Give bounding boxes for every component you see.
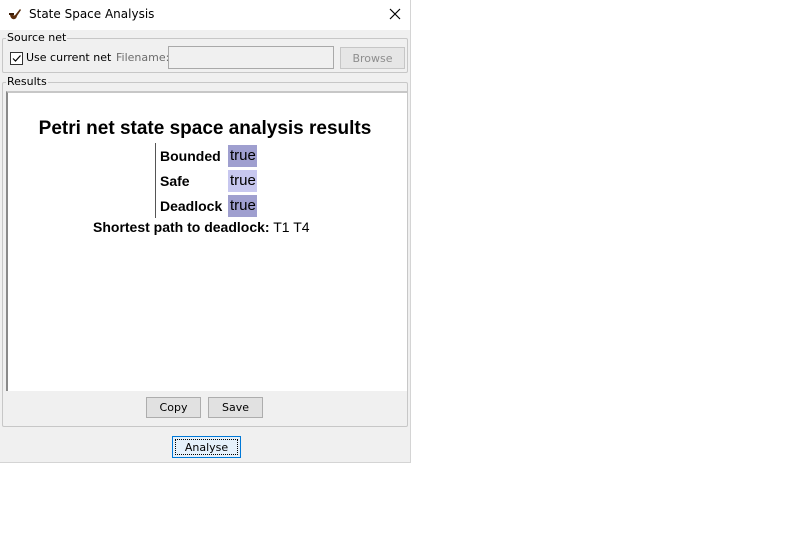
table-row: Safe true: [156, 168, 257, 193]
filename-field[interactable]: [168, 46, 334, 69]
analyse-button[interactable]: Analyse: [172, 436, 241, 458]
safe-label: Safe: [160, 172, 190, 189]
save-button[interactable]: Save: [208, 397, 263, 418]
results-legend: Results: [7, 75, 47, 88]
filename-label: Filename:: [116, 51, 170, 64]
shortest-path-line: Shortest path to deadlock: T1 T4: [93, 219, 310, 235]
deadlock-value: true: [228, 194, 257, 217]
bounded-value: true: [228, 144, 257, 167]
safe-value: true: [228, 169, 257, 192]
results-heading: Petri net state space analysis results: [38, 118, 372, 139]
bounded-label: Bounded: [160, 147, 221, 164]
shortest-path-label: Shortest path to deadlock:: [93, 219, 270, 235]
window-title: State Space Analysis: [29, 7, 155, 21]
deadlock-label: Deadlock: [160, 197, 223, 214]
shortest-path-value: T1 T4: [273, 219, 310, 235]
table-row: Deadlock true: [156, 193, 257, 218]
table-row: Bounded true: [156, 143, 257, 168]
browse-button[interactable]: Browse: [340, 47, 405, 69]
pipe-icon: [7, 7, 23, 23]
copy-button[interactable]: Copy: [146, 397, 201, 418]
use-current-net-label[interactable]: Use current net: [26, 51, 111, 64]
source-net-legend: Source net: [7, 31, 67, 44]
close-icon: [389, 8, 401, 23]
use-current-net-checkbox[interactable]: [10, 52, 23, 65]
close-button[interactable]: [380, 0, 410, 30]
checkmark-icon: [12, 55, 21, 62]
state-space-analysis-window: State Space Analysis Source net Use curr…: [0, 0, 411, 463]
title-bar: State Space Analysis: [0, 0, 410, 30]
focus-ring: [175, 439, 238, 455]
results-table: Bounded true Safe true Deadlock true: [155, 143, 257, 218]
